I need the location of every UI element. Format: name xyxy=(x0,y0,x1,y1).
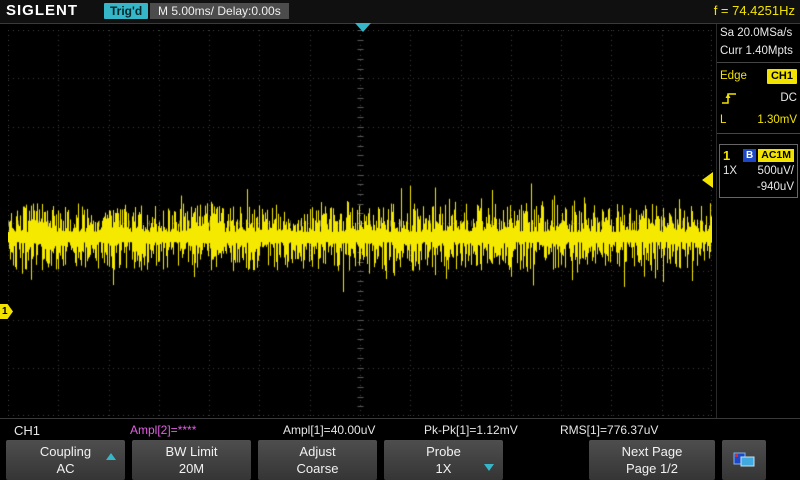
trigger-type-label: Edge xyxy=(720,70,747,82)
measurement-ampl-ch1: Ampl[1]=40.00uV xyxy=(283,423,375,437)
memory-depth: Curr 1.40Mpts xyxy=(717,42,800,60)
timebase-readout: M 5.00ms/ Delay:0.00s xyxy=(150,3,289,19)
bandwidth-limit-badge: B xyxy=(743,149,756,162)
channel1-badges-row: 1 B AC1M xyxy=(723,147,794,163)
volts-per-div: 500uV/ xyxy=(758,165,794,177)
softkey-menu: Coupling AC BW Limit 20M Adjust Coarse P… xyxy=(0,440,800,480)
channel-menu-button[interactable] xyxy=(722,440,766,480)
trigger-level-value: 1.30mV xyxy=(757,114,797,126)
measurement-rms-ch1: RMS[1]=776.37uV xyxy=(560,423,658,437)
adjust-button-value: Coarse xyxy=(258,460,377,477)
channel1-scale-row: 1X 500uV/ xyxy=(723,163,794,179)
measurement-pkpk-ch1: Pk-Pk[1]=1.12mV xyxy=(424,423,518,437)
measurement-ampl-ch2: Ampl[2]=**** xyxy=(130,423,196,437)
divider xyxy=(717,133,800,134)
trigger-coupling: DC xyxy=(780,92,797,104)
probe-attenuation: 1X xyxy=(723,165,737,177)
adjust-button-label: Adjust xyxy=(258,443,377,460)
down-arrow-icon xyxy=(484,464,494,471)
up-arrow-icon xyxy=(106,453,116,460)
coupling-button[interactable]: Coupling AC xyxy=(6,440,125,480)
trigger-source-badge: CH1 xyxy=(767,69,797,84)
channel-coupling-badge: AC1M xyxy=(758,149,794,162)
frequency-readout: f = 74.4251Hz xyxy=(714,3,795,18)
bw-limit-button-value: 20M xyxy=(132,460,251,477)
active-channel-label: CH1 xyxy=(14,423,40,438)
windows-icon xyxy=(732,451,756,469)
channel1-number: 1 xyxy=(723,148,730,163)
trigger-status-badge: Trig'd xyxy=(104,3,148,19)
adjust-button[interactable]: Adjust Coarse xyxy=(258,440,377,480)
oscilloscope-screen: SIGLENT Trig'd M 5.00ms/ Delay:0.00s f =… xyxy=(0,0,800,480)
channel1-descriptor: 1 B AC1M 1X 500uV/ -940uV xyxy=(719,144,798,198)
channel-offset: -940uV xyxy=(757,181,794,193)
next-page-button-value: Page 1/2 xyxy=(589,460,715,477)
probe-button-label: Probe xyxy=(384,443,503,460)
bw-limit-button[interactable]: BW Limit 20M xyxy=(132,440,251,480)
coupling-button-value: AC xyxy=(6,460,125,477)
measurement-bar: CH1 Ampl[2]=**** Ampl[1]=40.00uV Pk-Pk[1… xyxy=(0,418,800,440)
bw-limit-button-label: BW Limit xyxy=(132,443,251,460)
probe-button[interactable]: Probe 1X xyxy=(384,440,503,480)
channel1-offset-row: -940uV xyxy=(723,179,794,195)
brand-logo: SIGLENT xyxy=(6,2,78,19)
divider xyxy=(717,62,800,63)
trigger-position-marker-icon xyxy=(355,23,371,32)
top-status-bar: SIGLENT Trig'd M 5.00ms/ Delay:0.00s f =… xyxy=(0,0,800,24)
trigger-type-row: Edge CH1 xyxy=(717,65,800,87)
next-page-button[interactable]: Next Page Page 1/2 xyxy=(589,440,715,480)
waveform-canvas xyxy=(8,30,712,416)
trigger-coupling-row: DC xyxy=(717,87,800,109)
trigger-level-marker-icon xyxy=(702,172,713,188)
waveform-display xyxy=(8,30,712,416)
trigger-level-label: L xyxy=(720,114,726,126)
status-sidebar: Sa 20.0MSa/s Curr 1.40Mpts Edge CH1 DC L… xyxy=(716,24,800,418)
next-page-button-label: Next Page xyxy=(589,443,715,460)
trigger-level-row: L 1.30mV xyxy=(717,109,800,131)
rising-edge-icon xyxy=(720,90,738,106)
sample-rate: Sa 20.0MSa/s xyxy=(717,24,800,42)
